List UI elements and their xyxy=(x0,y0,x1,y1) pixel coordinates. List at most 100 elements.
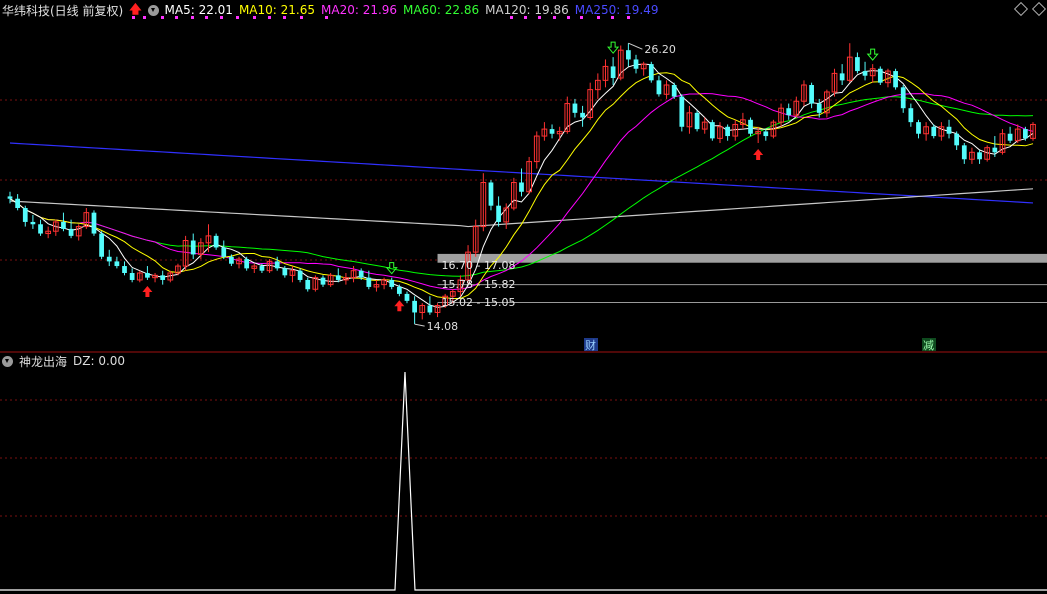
ma10-label: MA10: 21.65 xyxy=(238,3,315,17)
candle-body xyxy=(305,279,311,290)
high-pointer xyxy=(628,42,643,50)
sell-arrow-icon xyxy=(607,41,620,54)
candle-body xyxy=(122,266,127,274)
candle-body xyxy=(549,129,555,134)
candle-body xyxy=(389,279,395,287)
candle-body xyxy=(961,145,967,160)
candle-body xyxy=(488,182,494,206)
indicator-name[interactable]: 神龙出海 xyxy=(19,353,67,370)
dropdown-circle-icon[interactable] xyxy=(147,4,159,16)
candle-body xyxy=(22,208,28,222)
candle-body xyxy=(908,108,914,123)
candle-body xyxy=(809,84,814,104)
ma250-label: MA250: 19.49 xyxy=(574,3,659,17)
candle-body xyxy=(229,256,234,264)
stock-title[interactable]: 华纬科技(日线 前复权) xyxy=(0,2,123,19)
high-price-label: 26.20 xyxy=(644,43,676,56)
buy-arrow-icon xyxy=(753,149,764,161)
candle-body xyxy=(358,270,364,278)
candle-body xyxy=(610,66,616,79)
candle-body xyxy=(954,133,960,146)
candle-body xyxy=(931,126,937,137)
candle-body xyxy=(320,277,326,285)
low-price-label: 14.08 xyxy=(427,320,459,333)
candle-body xyxy=(1007,133,1013,141)
kline-chart: 26.20 14.08 16.70 - 17.08 15.78 - 15.82 15.0… xyxy=(0,16,1047,591)
sell-arrow-icon xyxy=(866,48,879,61)
candle-body xyxy=(15,198,21,209)
candle-body xyxy=(213,235,219,248)
candle-body xyxy=(893,71,898,88)
candle-body xyxy=(679,96,685,127)
candle-body xyxy=(671,84,677,97)
candle-body xyxy=(7,196,13,199)
candle-body xyxy=(396,286,402,294)
candle-body xyxy=(862,71,868,76)
ma5-label: MA5: 22.01 xyxy=(164,3,233,17)
candle-body xyxy=(916,122,921,134)
indicator-header: 神龙出海 DZ: 0.00 xyxy=(0,352,131,370)
ma20-label: MA20: 21.96 xyxy=(321,3,398,17)
candle-body xyxy=(274,261,280,269)
candle-body xyxy=(335,275,341,280)
candle-body xyxy=(282,268,288,276)
candle-body xyxy=(412,300,417,313)
candle-body xyxy=(855,57,860,72)
candle-body xyxy=(91,212,97,234)
candle-body xyxy=(496,205,501,222)
candle-body xyxy=(129,273,135,280)
candle-body xyxy=(221,247,227,257)
candle-body xyxy=(977,152,982,160)
up-arrow-icon: 🡅 xyxy=(129,1,142,16)
candle-body xyxy=(1022,129,1028,139)
candle-body xyxy=(763,131,769,137)
candle-body xyxy=(725,126,730,137)
candle-body xyxy=(877,68,883,83)
candle-body xyxy=(366,277,372,287)
event-tag-label: 财 xyxy=(585,338,596,352)
indicator-dropdown-icon[interactable] xyxy=(2,355,13,367)
candle-body xyxy=(190,240,196,255)
sell-arrow-icon xyxy=(385,262,398,275)
candle-body xyxy=(786,108,792,116)
dz-value: DZ: 0.00 xyxy=(73,354,126,368)
candle-body xyxy=(839,73,845,81)
candle-body xyxy=(145,273,150,278)
candle-body xyxy=(626,50,631,60)
candle-body xyxy=(38,224,43,234)
candle-body xyxy=(519,182,524,192)
candle-body xyxy=(694,112,700,130)
candle-body xyxy=(99,233,104,257)
candle-body xyxy=(648,64,654,81)
candle-body xyxy=(106,256,112,262)
buy-arrow-icon xyxy=(142,285,153,297)
candle-body xyxy=(114,261,120,267)
candle-body xyxy=(572,103,578,113)
candle-body xyxy=(992,147,998,153)
event-tag-label: 减 xyxy=(923,339,934,352)
candle-body xyxy=(633,59,639,69)
candle-body xyxy=(709,122,715,139)
candle-body xyxy=(816,103,822,113)
ma60-label: MA60: 22.86 xyxy=(403,3,480,17)
support-zone-label: 15.78 - 15.82 xyxy=(442,278,516,291)
candle-body xyxy=(427,305,433,313)
candle-body xyxy=(404,293,410,301)
candle-body xyxy=(297,270,303,280)
support-zone-label: 16.70 - 17.08 xyxy=(442,259,516,272)
main-header: 华纬科技(日线 前复权) 🡅 MA5: 22.01 MA10: 21.65 MA… xyxy=(0,0,664,20)
candle-body xyxy=(61,221,66,229)
candle-body xyxy=(946,126,952,134)
buy-arrow-icon xyxy=(394,300,405,312)
candle-body xyxy=(68,228,74,236)
dz-indicator-line xyxy=(0,371,1047,591)
low-pointer xyxy=(414,323,425,327)
candle-body xyxy=(259,266,265,271)
candle-body xyxy=(656,80,662,95)
candle-body xyxy=(748,119,753,134)
candle-body xyxy=(580,112,585,118)
candle-body xyxy=(30,221,36,225)
candle-body xyxy=(160,275,166,280)
candle-body xyxy=(244,259,250,269)
support-zone-label: 15.02 - 15.05 xyxy=(442,296,516,309)
